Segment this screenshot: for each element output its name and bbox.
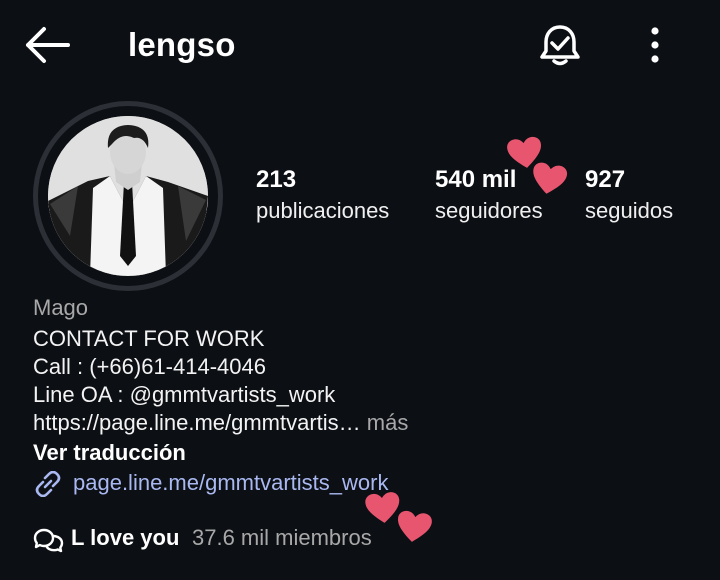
channel-members: 37.6 mil miembros [192,525,372,550]
following-label: seguidos [585,198,674,223]
profile-photo [48,116,208,276]
vertical-dots-icon [651,27,659,63]
heart-sticker-icon [398,510,432,542]
bio-line: CONTACT FOR WORK [33,326,265,351]
followers-count: 540 mil [435,166,517,193]
stat-followers[interactable]: 540 mil seguidores [435,166,543,224]
posts-count: 213 [256,166,297,193]
translate-button[interactable]: Ver traducción [33,440,186,466]
stat-following[interactable]: 927 seguidos [585,166,673,224]
notifications-button[interactable] [537,22,583,68]
avatar[interactable] [48,116,208,276]
arrow-left-icon [26,27,70,63]
stat-posts[interactable]: 213 publicaciones [256,166,389,224]
more-options-button[interactable] [640,24,670,66]
more-button[interactable]: más [361,410,409,435]
posts-label: publicaciones [256,198,390,223]
heart-sticker-icon [533,162,568,194]
profile-header: lengso [0,0,720,92]
profile-category: Mago [33,295,89,320]
bio-line: Call : (+66)61-414-4046 [33,354,266,379]
following-count: 927 [585,166,626,193]
profile-link-text: page.line.me/gmmtvartists_work [73,470,389,495]
bio-line: https://page.line.me/gmmtvartis… más [33,410,408,436]
bio-line-text: https://page.line.me/gmmtvartis… [33,410,361,435]
bio-line: Line OA : @gmmtvartists_work [33,382,336,407]
profile-username: lengso [128,26,236,63]
link-icon [35,471,61,497]
followers-label: seguidores [435,198,543,223]
channel-name: L love you [71,525,180,550]
bell-check-icon [540,25,580,66]
broadcast-channel-icon [33,528,64,553]
back-button[interactable] [22,24,72,66]
